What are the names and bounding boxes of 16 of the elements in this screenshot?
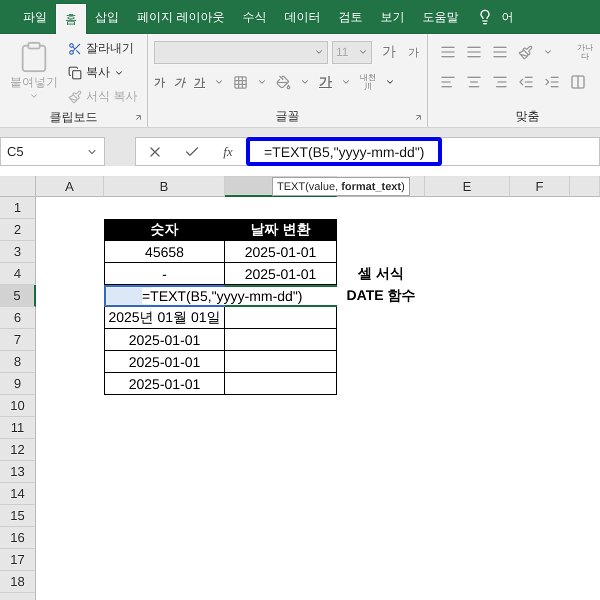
table-header-cell: 날짜 변환 [225, 219, 337, 241]
function-tooltip: TEXT(value, format_text) [272, 177, 410, 196]
table-cell: 2025-01-01 [225, 263, 337, 285]
table-cell: 45658 [104, 241, 225, 263]
group-label: 글꼴 [276, 108, 300, 124]
table-header-cell: 숫자 [104, 219, 225, 241]
cell-text: 셀 서식 [357, 264, 405, 283]
table-cell: 2025-01-01 [104, 329, 225, 351]
cell-text: DATE 함수 [346, 286, 416, 305]
table-cell: - [104, 263, 225, 285]
table-cell: 2025-01-01 [104, 373, 225, 395]
table-cell: 2025년 01월 01일 [104, 307, 225, 329]
group-label: 맞춤 [516, 108, 540, 124]
group-label: 클립보드 [50, 108, 98, 126]
table-cell: 2025-01-01 [225, 241, 337, 263]
table-cell: 2025-01-01 [104, 351, 225, 373]
